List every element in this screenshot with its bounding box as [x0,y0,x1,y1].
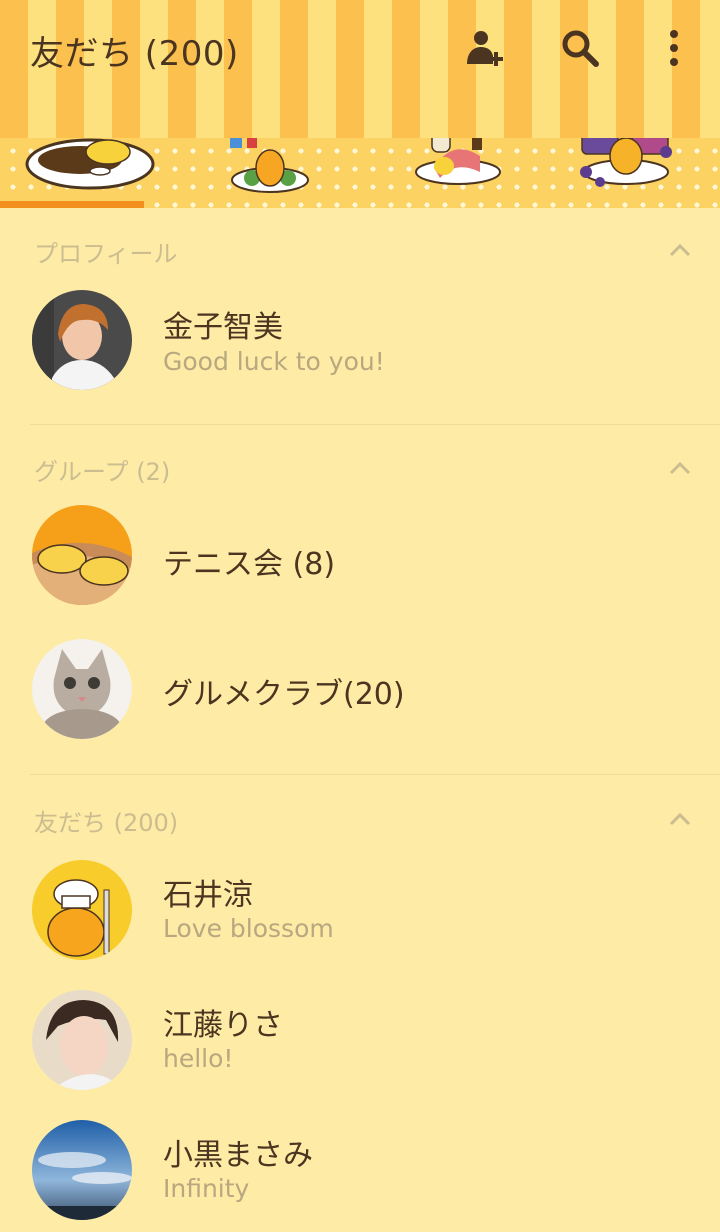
group-row[interactable]: グルメクラブ(20) [0,627,720,747]
friend-row[interactable]: 小黒まさみ Infinity [0,1112,720,1232]
add-friend-icon[interactable] [462,26,506,70]
avatar [32,639,132,739]
avatar [32,990,132,1090]
section-header-profile: プロフィール [34,240,178,268]
section-header-groups: グループ (2) [34,458,171,486]
avatar [32,1120,132,1220]
collapse-chevron-up-icon[interactable] [668,460,692,476]
tab-selected-indicator [0,201,144,208]
avatar [32,505,132,605]
friend-name: 金子智美 [163,310,283,345]
collapse-chevron-up-icon[interactable] [668,242,692,258]
status-message: Good luck to you! [163,347,385,376]
profile-row[interactable]: 金子智美 Good luck to you! [0,280,720,400]
friend-name: 江藤りさ [163,1008,283,1043]
tab-curry-rice[interactable] [0,138,180,208]
friend-name: 石井涼 [163,878,253,913]
divider [30,424,720,425]
page-title: 友だち (200) [30,34,239,74]
more-vert-icon[interactable] [652,26,696,70]
section-header-friends: 友だち (200) [34,809,179,837]
avatar [32,290,132,390]
collapse-chevron-up-icon[interactable] [668,811,692,827]
friend-row[interactable]: 江藤りさ hello! [0,982,720,1102]
divider [30,774,720,775]
app-header: 友だち (200) [0,0,720,138]
tab-jam[interactable] [540,138,720,208]
tab-salad[interactable] [180,138,360,208]
tab-bar [0,138,720,208]
status-message: Love blossom [163,914,334,943]
group-row[interactable]: テニス会 (8) [0,497,720,617]
curry-rice-icon [25,138,155,190]
status-message: hello! [163,1044,234,1073]
jam-icon [580,138,672,187]
search-icon[interactable] [558,26,602,70]
salad-icon [230,138,309,193]
group-name: テニス会 (8) [163,547,336,582]
friend-row[interactable]: 石井涼 Love blossom [0,852,720,972]
group-name: グルメクラブ(20) [163,677,405,712]
tab-bacon[interactable] [360,138,540,208]
avatar [32,860,132,960]
bacon-icon [415,138,501,185]
friend-name: 小黒まさみ [163,1138,313,1173]
status-message: Infinity [163,1174,250,1203]
